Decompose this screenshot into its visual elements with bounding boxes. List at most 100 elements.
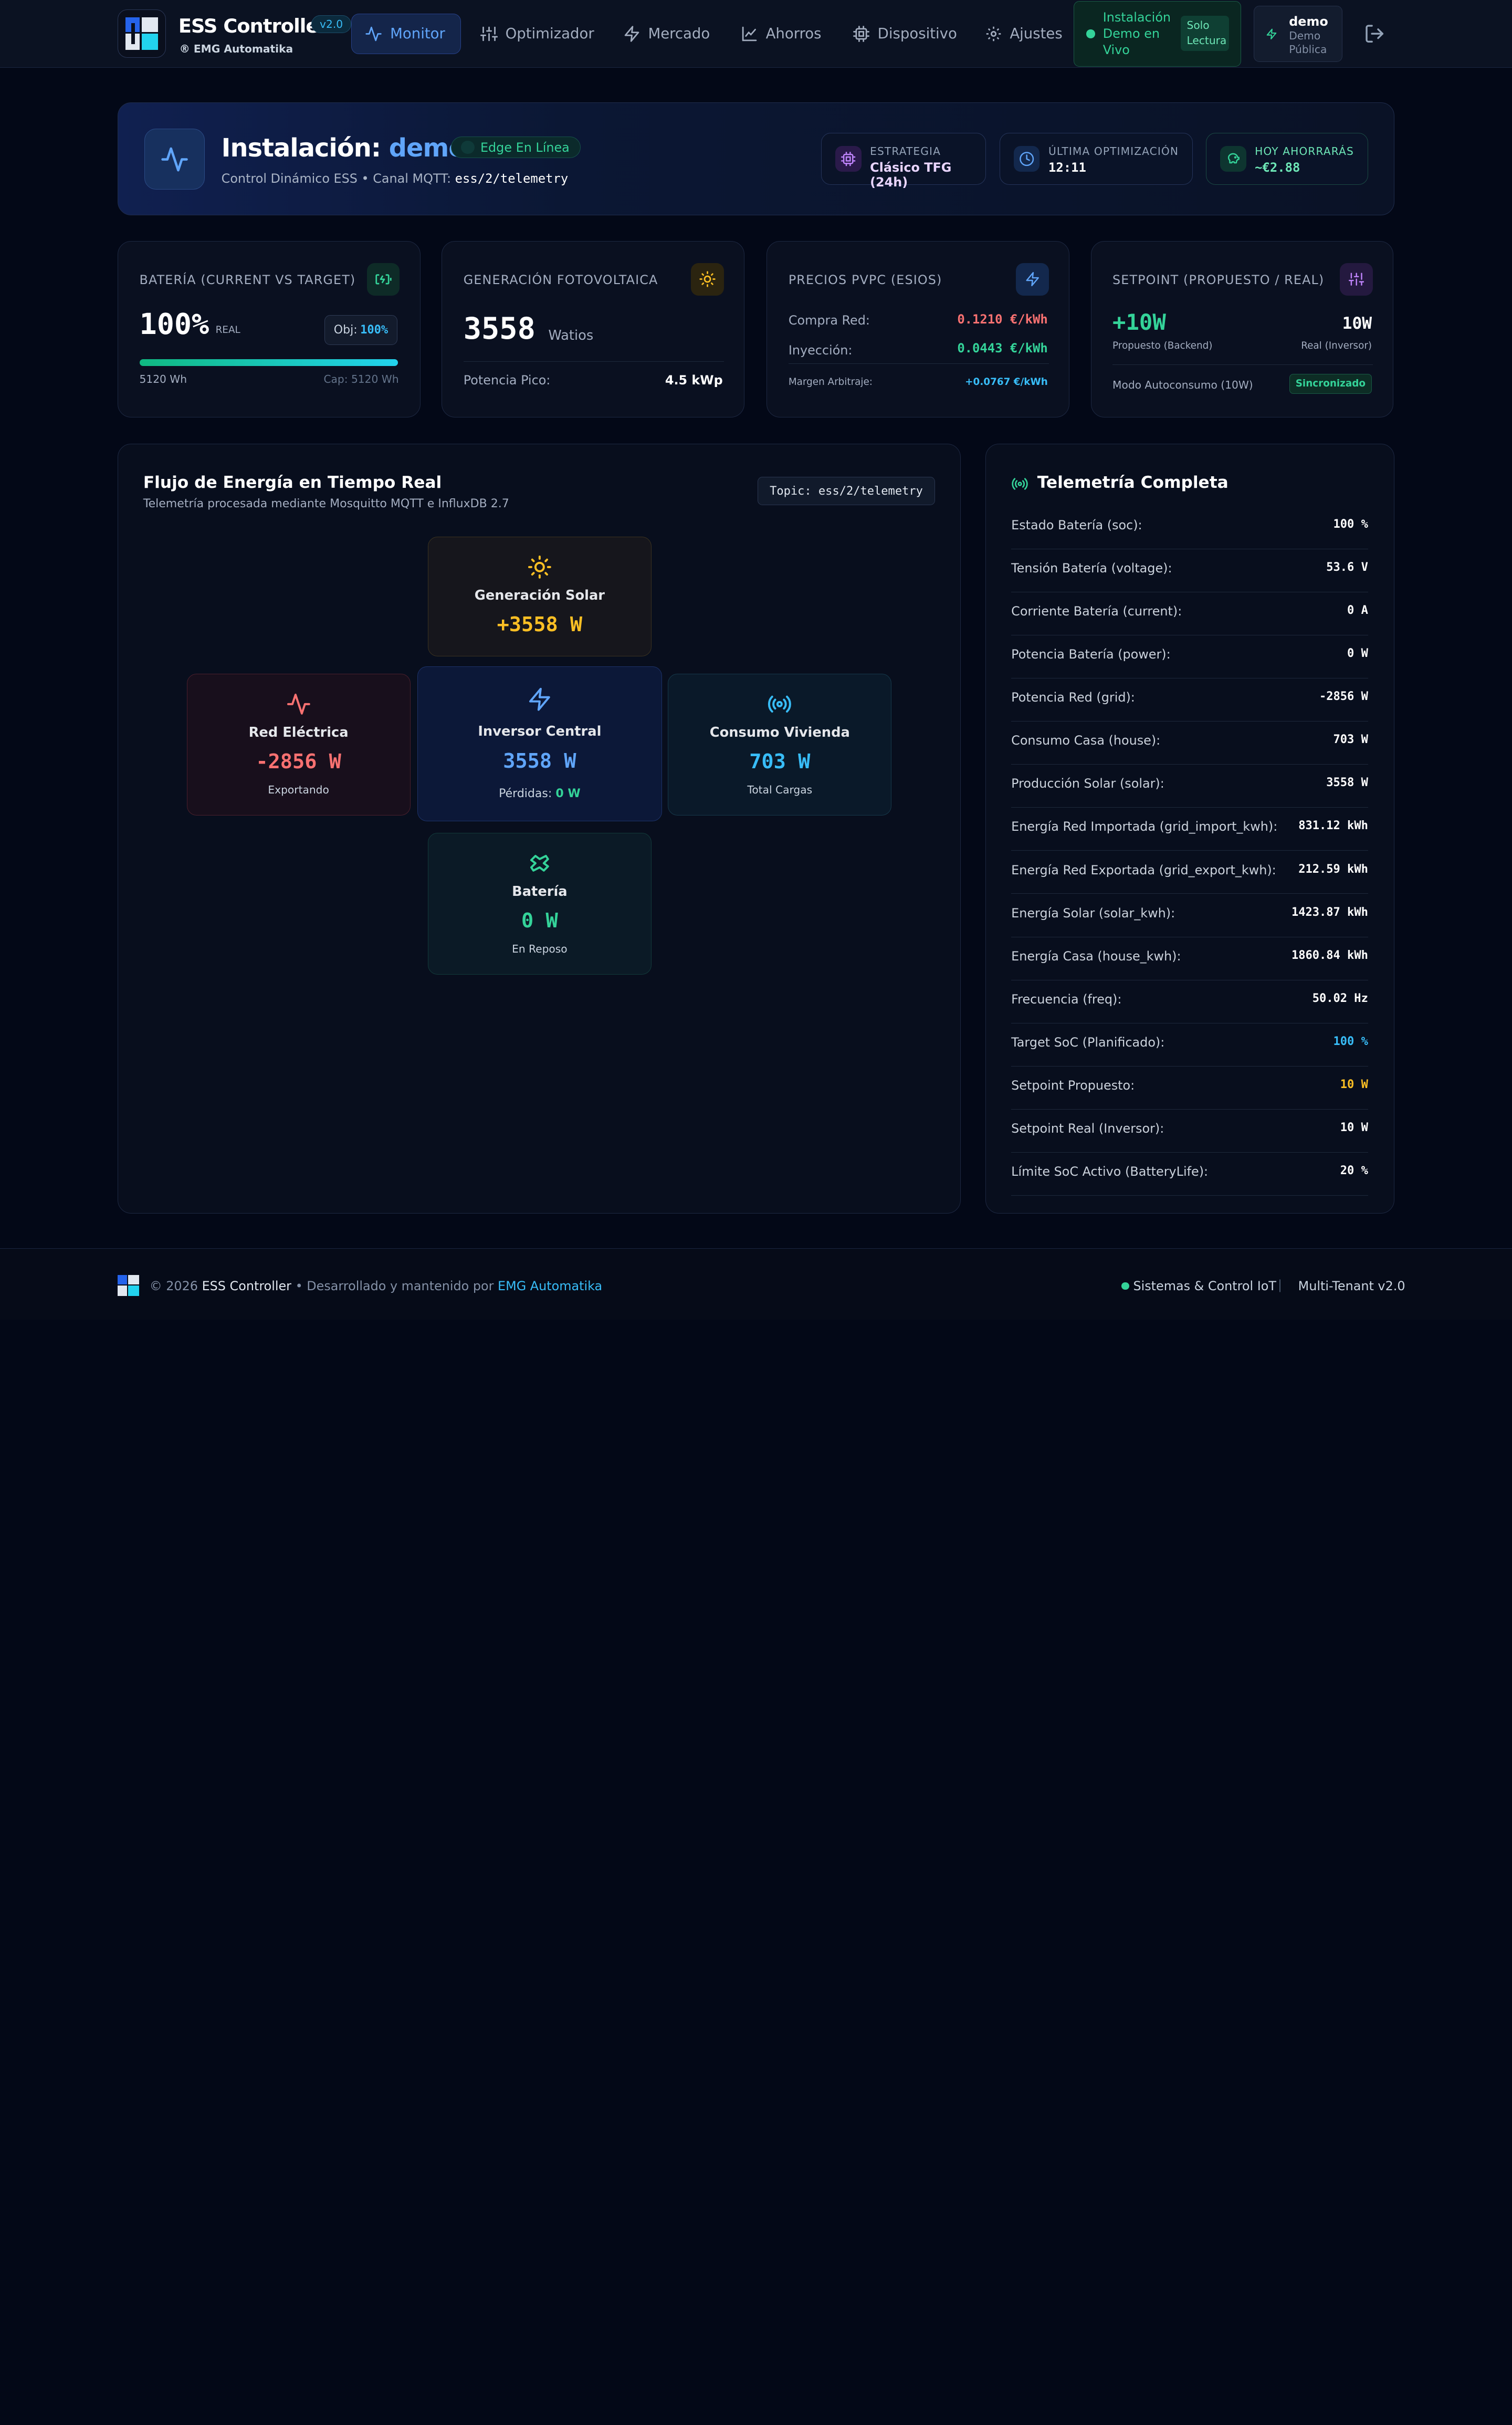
setpoint-proposed: +10W: [1112, 309, 1166, 335]
telemetry-row: Producción Solar (solar): 3558 W: [1011, 765, 1368, 808]
nav-label: Optimizador: [505, 25, 594, 43]
battery-soc: 100%: [139, 307, 209, 341]
telemetry-row: Setpoint Propuesto: 10 W: [1011, 1067, 1368, 1110]
pv-peak-label: Potencia Pico:: [463, 373, 551, 388]
loss-value: 0 W: [555, 787, 581, 801]
target-label: Obj:: [333, 323, 358, 337]
telemetry-value: 10 W: [1340, 1078, 1368, 1092]
live-status-dot: [1086, 29, 1095, 38]
nav-optimizador[interactable]: Optimizador: [480, 14, 594, 54]
user-menu[interactable]: demo Demo Pública: [1254, 6, 1343, 62]
house-node: Consumo Vivienda 703 W Total Cargas: [668, 674, 892, 816]
app: ESS Controller v2.0 ® EMG Automatika Mon…: [0, 0, 1512, 1320]
divider: [1112, 364, 1373, 365]
telemetry-value: 50.02 Hz: [1312, 991, 1368, 1005]
broadcast-icon: [1012, 478, 1028, 490]
telemetry-row: Consumo Casa (house): 703 W: [1011, 722, 1368, 765]
brand-logo[interactable]: [118, 9, 166, 58]
activity-icon: [365, 26, 382, 41]
status-dot-icon: [461, 140, 475, 154]
battery-unit: REAL: [215, 325, 240, 336]
node-title: Inversor Central: [478, 723, 602, 739]
strategy-chip[interactable]: ESTRATEGIA Clásico TFG (24h): [821, 132, 986, 190]
sliders-icon: [480, 26, 498, 41]
nav-label: Ahorros: [765, 25, 822, 43]
nav-label: Dispositivo: [877, 25, 957, 43]
telemetry-key: Energía Red Exportada (grid_export_kwh):: [1011, 862, 1276, 877]
mqtt-channel: ess/2/telemetry: [455, 171, 569, 186]
telemetry-value: 703 W: [1333, 733, 1368, 747]
battery-status: En Reposo: [512, 942, 568, 955]
installation-title: Instalación: demo: [222, 134, 466, 163]
last-optimization-chip: ÚLTIMA OPTIMIZACIÓN 12:11: [1000, 132, 1193, 185]
footer-product: ESS Controller: [202, 1279, 291, 1294]
telemetry-row: Energía Solar (solar_kwh): 1423.87 kWh: [1011, 894, 1368, 937]
battery-flow-icon: [428, 851, 651, 876]
telemetry-row: Límite SoC Activo (BatteryLife): 20 %: [1011, 1153, 1368, 1196]
telemetry-value: 831.12 kWh: [1298, 819, 1368, 833]
status-dot-icon: [1121, 1282, 1130, 1290]
telemetry-value: 0 A: [1347, 603, 1368, 617]
telemetry-value: 20 %: [1340, 1164, 1368, 1178]
logout-icon[interactable]: [1364, 23, 1385, 44]
telemetry-row: Energía Red Exportada (grid_export_kwh):…: [1011, 851, 1368, 894]
telemetry-key: Tensión Batería (voltage):: [1011, 560, 1172, 576]
telemetry-key: Target SoC (Planificado):: [1011, 1034, 1165, 1050]
battery-energy: 5120 Wh: [139, 373, 187, 386]
node-title: Generación Solar: [474, 587, 605, 603]
line-chart-icon: [742, 26, 757, 41]
telemetry-value: 53.6 V: [1326, 560, 1368, 574]
telemetry-key: Energía Casa (house_kwh):: [1011, 948, 1181, 964]
setpoint-card: SETPOINT (PROPUESTO / REAL) +10W 10W Pro…: [1090, 241, 1394, 418]
savings-value: ~€2.88: [1255, 160, 1300, 175]
arbitrage-margin: +0.0767 €/kWh: [965, 377, 1048, 388]
last-optimization-value: 12:11: [1048, 160, 1086, 175]
cpu-icon: [835, 145, 862, 172]
user-name: demo: [1289, 14, 1328, 29]
nav-ajustes[interactable]: Ajustes: [985, 14, 1063, 54]
strategy-label: ESTRATEGIA: [870, 144, 941, 158]
logo-mark-icon: [125, 17, 159, 50]
brand-subtitle: ® EMG Automatika: [179, 42, 293, 55]
nav-monitor[interactable]: Monitor: [351, 13, 461, 54]
loss-label: Pérdidas:: [499, 787, 552, 801]
house-power: 703 W: [749, 749, 811, 774]
copyright: © 2026: [149, 1279, 198, 1294]
activity-icon: [161, 147, 188, 172]
nav-ahorros[interactable]: Ahorros: [741, 14, 822, 54]
company-link[interactable]: EMG Automatika: [498, 1279, 602, 1293]
real-label: Real (Inversor): [1301, 340, 1372, 351]
savings-chip: HOY AHORRARÁS ~€2.88: [1206, 132, 1368, 185]
telemetry-row: Target SoC (Planificado): 100 %: [1011, 1023, 1368, 1067]
node-title: Red Eléctrica: [248, 724, 349, 740]
divider: [463, 361, 724, 362]
telemetry-key: Setpoint Real (Inversor):: [1011, 1121, 1164, 1136]
telemetry-key: Límite SoC Activo (BatteryLife):: [1011, 1164, 1209, 1179]
sell-price-label: Inyección:: [788, 343, 853, 358]
strategy-value: Clásico TFG (24h): [870, 160, 952, 190]
telemetry-panel: Telemetría Completa Estado Batería (soc)…: [985, 444, 1395, 1214]
telemetry-key: Energía Red Importada (grid_import_kwh):: [1011, 819, 1278, 834]
nav-mercado[interactable]: Mercado: [623, 14, 710, 54]
nav-dispositivo[interactable]: Dispositivo: [853, 14, 957, 54]
proposed-label: Propuesto (Backend): [1112, 340, 1213, 351]
house-sub: Total Cargas: [747, 783, 813, 796]
sell-price: 0.0443 €/kWh: [957, 341, 1048, 356]
panel-title: Flujo de Energía en Tiempo Real: [143, 473, 442, 493]
grid-node: Red Eléctrica -2856 W Exportando: [186, 674, 411, 816]
telemetry-key: Frecuencia (freq):: [1011, 991, 1122, 1007]
telemetry-value: 100 %: [1333, 517, 1368, 531]
solar-node: Generación Solar +3558 W: [427, 537, 652, 657]
subtitle-text: Control Dinámico ESS • Canal MQTT:: [221, 171, 452, 186]
battery-charging-icon: [366, 263, 400, 296]
battery-power: 0 W: [521, 908, 558, 933]
pv-unit: Watios: [548, 327, 594, 343]
savings-label: HOY AHORRARÁS: [1255, 144, 1354, 158]
user-role: Demo Pública: [1289, 29, 1327, 56]
margin-label: Margen Arbitraje:: [788, 377, 873, 388]
activity-icon: [187, 692, 410, 717]
telemetry-key: Energía Solar (solar_kwh):: [1011, 905, 1175, 921]
grid-status: Exportando: [268, 783, 329, 796]
telemetry-value: 0 W: [1347, 646, 1368, 660]
setpoint-real: 10W: [1342, 314, 1372, 333]
